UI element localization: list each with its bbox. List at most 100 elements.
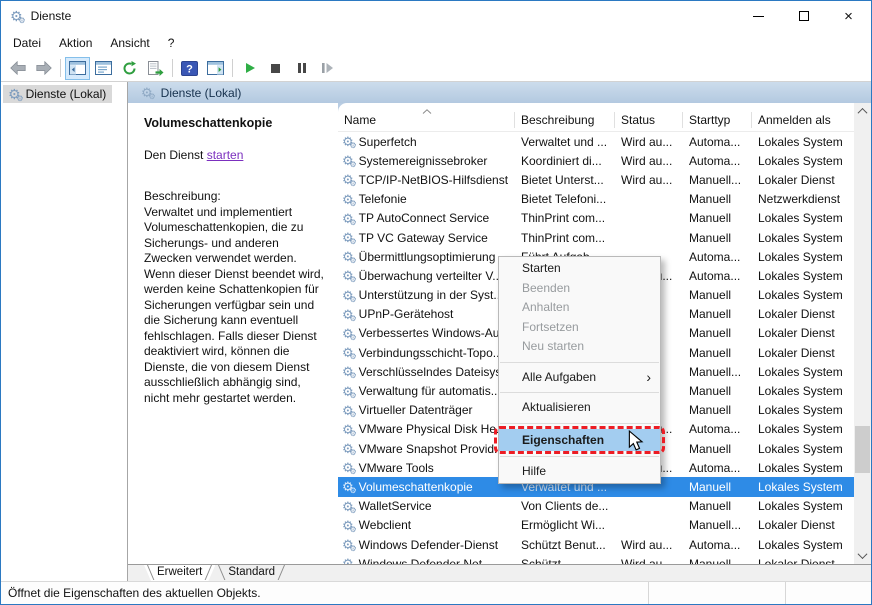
service-gear-icon: ⚙ bbox=[342, 519, 354, 532]
cell-status: Wird au... bbox=[615, 132, 683, 151]
window-controls: × bbox=[736, 1, 871, 31]
service-name: Webclient bbox=[359, 518, 411, 532]
status-pane bbox=[648, 582, 785, 604]
menu-item-hilfe[interactable]: Hilfe bbox=[499, 462, 660, 482]
menu-item-anhalten[interactable]: Anhalten bbox=[499, 298, 660, 318]
scrollbar-thumb[interactable] bbox=[855, 426, 870, 473]
cell-besch: Bietet Unterst... bbox=[515, 170, 615, 189]
tab-erweitert[interactable]: Erweitert bbox=[144, 565, 215, 581]
cell-status: Wird au... bbox=[615, 535, 683, 554]
cell-status bbox=[615, 516, 683, 535]
tree-item-dienste-lokal[interactable]: ⚙ Dienste (Lokal) bbox=[3, 85, 112, 103]
table-row[interactable]: ⚙Windows Defender Net...Schützt...Wird a… bbox=[338, 554, 854, 564]
start-service-icon bbox=[244, 62, 256, 74]
main-area: ⚙ Dienste (Lokal) ⚙ Dienste (Lokal) Volu… bbox=[1, 82, 871, 581]
menu-ansicht[interactable]: Ansicht bbox=[101, 33, 158, 53]
table-row[interactable]: ⚙SystemereignissebrokerKoordiniert di...… bbox=[338, 151, 854, 170]
submenu-arrow-icon: › bbox=[646, 368, 651, 388]
table-row[interactable]: ⚙TP AutoConnect ServiceThinPrint com...M… bbox=[338, 209, 854, 228]
refresh-button[interactable] bbox=[117, 57, 142, 80]
start-service-button[interactable] bbox=[237, 57, 262, 80]
menu-item-aktualisieren[interactable]: Aktualisieren bbox=[499, 398, 660, 418]
service-gear-icon: ⚙ bbox=[342, 269, 354, 282]
svg-text:?: ? bbox=[186, 63, 193, 75]
resume-service-button[interactable] bbox=[315, 57, 340, 80]
table-row[interactable]: ⚙TP VC Gateway ServiceThinPrint com...Ma… bbox=[338, 228, 854, 247]
close-icon: × bbox=[844, 9, 853, 24]
cell-anmelden: Lokales System bbox=[752, 497, 854, 516]
close-button[interactable]: × bbox=[826, 1, 871, 31]
cell-besch: Von Clients de... bbox=[515, 497, 615, 516]
stop-service-button[interactable] bbox=[263, 57, 288, 80]
service-name: Windows Defender-Dienst bbox=[359, 538, 498, 552]
vertical-scrollbar[interactable] bbox=[854, 103, 871, 564]
column-header-status[interactable]: Status bbox=[615, 109, 683, 131]
properties-button[interactable] bbox=[91, 57, 116, 80]
title-bar[interactable]: ⚙ Dienste × bbox=[1, 1, 871, 31]
menu-item-fortsetzen[interactable]: Fortsetzen bbox=[499, 318, 660, 338]
service-gear-icon: ⚙ bbox=[342, 308, 354, 321]
status-text: Öffnet die Eigenschaften des aktuellen O… bbox=[8, 586, 261, 600]
maximize-button[interactable] bbox=[781, 1, 826, 31]
service-gear-icon: ⚙ bbox=[342, 327, 354, 340]
cell-start: Manuell bbox=[683, 190, 752, 209]
scroll-up-button[interactable] bbox=[854, 103, 871, 120]
menu-item-neu-starten[interactable]: Neu starten bbox=[499, 337, 660, 357]
cell-status bbox=[615, 209, 683, 228]
stop-service-icon bbox=[270, 63, 281, 74]
export-list-button[interactable] bbox=[143, 57, 168, 80]
menu-item-starten[interactable]: Starten bbox=[499, 259, 660, 279]
table-row[interactable]: ⚙WalletServiceVon Clients de...ManuellLo… bbox=[338, 497, 854, 516]
menu-datei[interactable]: Datei bbox=[4, 33, 50, 53]
table-row[interactable]: ⚙TCP/IP-NetBIOS-HilfsdienstBietet Unters… bbox=[338, 170, 854, 189]
service-gear-icon: ⚙ bbox=[342, 385, 354, 398]
column-header-name[interactable]: Name bbox=[338, 109, 515, 131]
menu-item-alle-aufgaben[interactable]: Alle Aufgaben › bbox=[499, 368, 660, 388]
toolbar-separator bbox=[172, 59, 173, 77]
show-console-tree-button[interactable] bbox=[65, 57, 90, 80]
help-button[interactable]: ? bbox=[177, 57, 202, 80]
back-button[interactable] bbox=[5, 57, 30, 80]
service-gear-icon: ⚙ bbox=[342, 231, 354, 244]
column-header-anmelden-als[interactable]: Anmelden als bbox=[752, 109, 854, 131]
cell-anmelden: Lokaler Dienst bbox=[752, 170, 854, 189]
menu-item-eigenschaften[interactable]: Eigenschaften bbox=[499, 429, 660, 451]
table-row[interactable]: ⚙Windows Defender-DienstSchützt Benut...… bbox=[338, 535, 854, 554]
menu-help[interactable]: ? bbox=[159, 33, 184, 53]
show-action-pane-button[interactable] bbox=[203, 57, 228, 80]
cell-besch: Ermöglicht Wi... bbox=[515, 516, 615, 535]
menu-aktion[interactable]: Aktion bbox=[50, 33, 101, 53]
service-gear-icon: ⚙ bbox=[342, 173, 354, 186]
cell-anmelden: Lokales System bbox=[752, 209, 854, 228]
table-row[interactable]: ⚙WebclientErmöglicht Wi...Manuell...Loka… bbox=[338, 516, 854, 535]
service-gear-icon: ⚙ bbox=[342, 193, 354, 206]
column-header-starttyp[interactable]: Starttyp bbox=[683, 109, 752, 131]
service-gear-icon: ⚙ bbox=[342, 135, 354, 148]
start-service-link[interactable]: starten bbox=[207, 148, 244, 162]
maximize-icon bbox=[799, 11, 809, 21]
service-gear-icon: ⚙ bbox=[342, 346, 354, 359]
table-row[interactable]: ⚙TelefonieBietet Telefoni...ManuellNetzw… bbox=[338, 190, 854, 209]
menu-item-label: Eigenschaften bbox=[522, 433, 604, 447]
service-gear-icon: ⚙ bbox=[342, 442, 354, 455]
service-name: Volumeschattenkopie bbox=[359, 480, 473, 494]
minimize-button[interactable] bbox=[736, 1, 781, 31]
cell-anmelden: Lokales System bbox=[752, 247, 854, 266]
menu-item-label: Neu starten bbox=[522, 339, 584, 353]
cell-start: Manuell bbox=[683, 401, 752, 420]
pause-service-button[interactable] bbox=[289, 57, 314, 80]
cell-anmelden: Lokales System bbox=[752, 420, 854, 439]
table-row[interactable]: ⚙SuperfetchVerwaltet und ...Wird au...Au… bbox=[338, 132, 854, 151]
forward-button[interactable] bbox=[31, 57, 56, 80]
scroll-down-button[interactable] bbox=[854, 547, 871, 564]
cell-anmelden: Netzwerkdienst bbox=[752, 190, 854, 209]
cell-name: ⚙ TP VC Gateway Service bbox=[338, 228, 515, 247]
menu-item-label: Alle Aufgaben bbox=[522, 370, 596, 384]
column-header-beschreibung[interactable]: Beschreibung bbox=[515, 109, 615, 131]
service-name: UPnP-Gerätehost bbox=[359, 307, 454, 321]
menu-item-beenden[interactable]: Beenden bbox=[499, 279, 660, 299]
service-name: TP VC Gateway Service bbox=[359, 231, 488, 245]
cell-start: Manuell bbox=[683, 209, 752, 228]
tab-standard[interactable]: Standard bbox=[215, 565, 288, 581]
service-gear-icon: ⚙ bbox=[342, 154, 354, 167]
